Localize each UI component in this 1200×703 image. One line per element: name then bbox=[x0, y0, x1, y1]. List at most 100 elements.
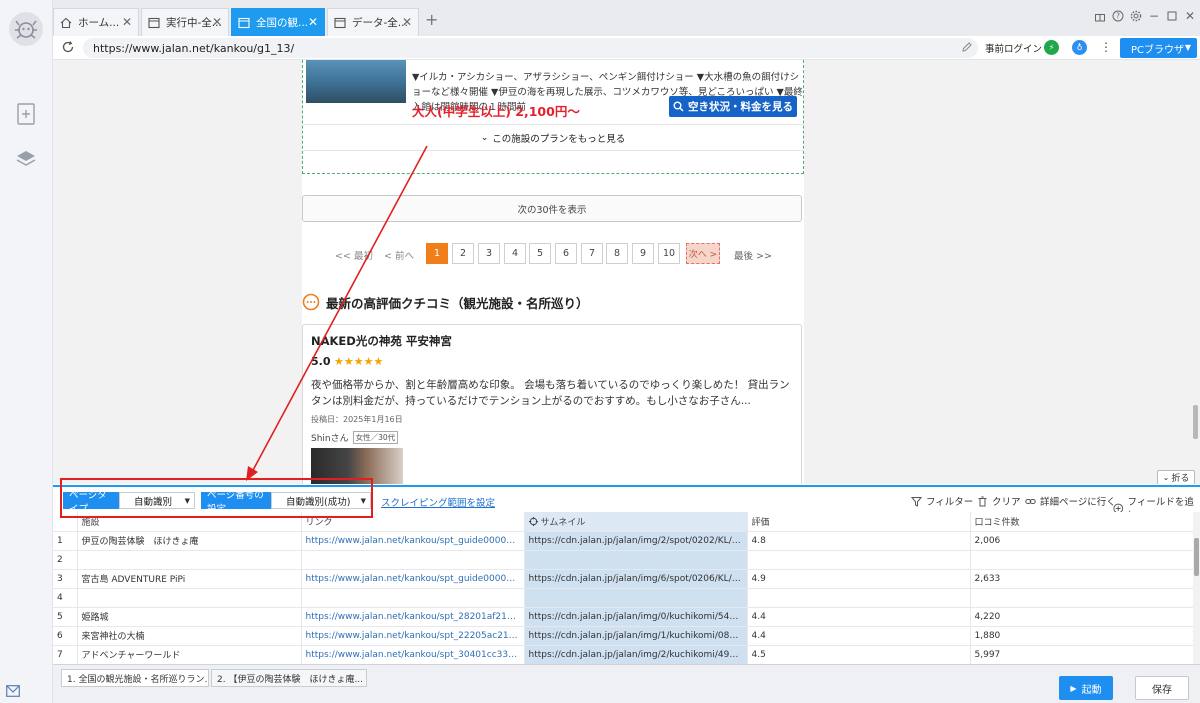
pc-browser-button[interactable]: PCブラウザ ▼ bbox=[1120, 38, 1197, 58]
cell-facility[interactable] bbox=[77, 588, 302, 608]
cell-rating[interactable]: 4.4 bbox=[747, 607, 971, 627]
pager-last[interactable]: 最後 >> bbox=[734, 248, 772, 262]
cell-review-count[interactable]: 4,220 bbox=[970, 607, 1193, 627]
cell-thumbnail[interactable] bbox=[524, 550, 748, 570]
table-row[interactable]: 5 姫路城 https://www.jalan.net/kankou/spt_282… bbox=[53, 607, 1193, 627]
minimize-icon[interactable]: − bbox=[1147, 9, 1161, 23]
pager-page[interactable]: 3 bbox=[478, 243, 500, 264]
pager-page[interactable]: 4 bbox=[504, 243, 526, 264]
column-header-thumbnail[interactable]: サムネイル bbox=[524, 512, 748, 532]
cell-review-count[interactable]: 2,633 bbox=[970, 569, 1193, 589]
cell-facility[interactable] bbox=[77, 550, 302, 570]
table-row[interactable]: 2 bbox=[53, 550, 1193, 570]
next-30-button[interactable]: 次の30件を表示 bbox=[302, 195, 802, 222]
save-button[interactable]: 保存 bbox=[1135, 676, 1189, 700]
bottom-tab-list[interactable]: 1. 全国の観光施設・名所巡りラン... bbox=[61, 669, 209, 687]
facility-card[interactable]: ▼イルカ・アシカショー、アザラシショー、ペンギン餌付けショー ▼大水槽の魚の餌付… bbox=[302, 60, 804, 174]
column-header-link[interactable]: リンク bbox=[301, 512, 525, 532]
clear-button[interactable]: クリア bbox=[977, 494, 1021, 508]
cell-link[interactable]: https://www.jalan.net/kankou/spt_30401cc… bbox=[301, 645, 525, 664]
cell-rating[interactable] bbox=[747, 588, 971, 608]
column-header-rating[interactable]: 評価 bbox=[747, 512, 971, 532]
pager-prev[interactable]: < 前へ bbox=[384, 248, 414, 262]
pager-page[interactable]: 10 bbox=[658, 243, 680, 264]
pager-page[interactable]: 2 bbox=[452, 243, 474, 264]
add-tab-icon[interactable]: + bbox=[425, 10, 438, 29]
page-type-select[interactable]: 自動識別 ▼ bbox=[119, 492, 195, 509]
pager-page[interactable]: 1 bbox=[426, 243, 448, 264]
table-row[interactable]: 7 アドベンチャーワールド https://www.jalan.net/kankou… bbox=[53, 645, 1193, 664]
layers-icon[interactable] bbox=[14, 147, 38, 171]
review-card[interactable]: NAKED光の神苑 平安神宮 5.0 ★★★★★ 夜や価格帯からか、割と年齢層高… bbox=[302, 324, 802, 484]
cell-facility[interactable]: 伊豆の陶芸体験 ほけきょ庵 bbox=[77, 531, 302, 551]
close-icon[interactable]: ✕ bbox=[122, 15, 132, 29]
close-icon[interactable]: ✕ bbox=[308, 15, 318, 29]
cell-link[interactable] bbox=[301, 550, 525, 570]
bottom-tab-detail[interactable]: 2. 【伊豆の陶芸体験 ほけきょ庵... ✕ bbox=[211, 669, 367, 687]
url-input[interactable]: https://www.jalan.net/kankou/g1_13/ bbox=[83, 38, 978, 58]
scrape-range-link[interactable]: スクレイピング範囲を設定 bbox=[381, 495, 495, 509]
table-row[interactable]: 4 bbox=[53, 588, 1193, 608]
pager-page[interactable]: 8 bbox=[606, 243, 628, 264]
table-row[interactable]: 6 来宮神社の大楠 https://www.jalan.net/kankou/spt… bbox=[53, 626, 1193, 646]
table-scrollbar-thumb[interactable] bbox=[1194, 538, 1199, 576]
pager-page[interactable]: 5 bbox=[529, 243, 551, 264]
cell-link[interactable] bbox=[301, 588, 525, 608]
green-status-icon[interactable]: ⚡ bbox=[1044, 40, 1059, 55]
more-icon[interactable]: ⋮ bbox=[1100, 40, 1112, 54]
table-scrollbar[interactable] bbox=[1193, 512, 1200, 664]
cell-rating[interactable]: 4.9 bbox=[747, 569, 971, 589]
cell-thumbnail[interactable]: https://cdn.jalan.jp/jalan/img/2/spot/02… bbox=[524, 531, 748, 551]
reload-icon[interactable] bbox=[61, 40, 75, 54]
cell-facility[interactable]: アドベンチャーワールド bbox=[77, 645, 302, 664]
cell-rating[interactable]: 4.4 bbox=[747, 626, 971, 646]
pager-page[interactable]: 7 bbox=[581, 243, 603, 264]
help-icon[interactable]: ? bbox=[1111, 9, 1125, 23]
column-header-facility[interactable]: 施設 bbox=[77, 512, 302, 532]
start-button[interactable]: ▶ 起動 bbox=[1059, 676, 1113, 700]
cell-review-count[interactable]: 5,997 bbox=[970, 645, 1193, 664]
cell-facility[interactable]: 来宮神社の大楠 bbox=[77, 626, 302, 646]
cell-thumbnail[interactable]: https://cdn.jalan.jp/jalan/img/1/kuchiko… bbox=[524, 626, 748, 646]
pager-next[interactable]: 次へ > bbox=[686, 243, 720, 264]
maximize-icon[interactable] bbox=[1165, 9, 1179, 23]
cell-review-count[interactable]: 1,880 bbox=[970, 626, 1193, 646]
pager-page[interactable]: 9 bbox=[632, 243, 654, 264]
pager-page[interactable]: 6 bbox=[555, 243, 577, 264]
mail-icon[interactable] bbox=[6, 685, 20, 697]
cell-rating[interactable] bbox=[747, 550, 971, 570]
vacancy-button[interactable]: 空き状況・料金を見る bbox=[669, 96, 797, 117]
edit-url-icon[interactable] bbox=[961, 41, 973, 53]
cell-review-count[interactable]: 2,006 bbox=[970, 531, 1193, 551]
more-plans-link[interactable]: ⌄ この施設のプランをもっと見る bbox=[303, 124, 803, 151]
cell-facility[interactable]: 姫路城 bbox=[77, 607, 302, 627]
cell-review-count[interactable] bbox=[970, 588, 1193, 608]
table-row[interactable]: 3 宮古島 ADVENTURE PiPi https://www.jalan.net… bbox=[53, 569, 1193, 589]
cell-link[interactable]: https://www.jalan.net/kankou/spt_guide00… bbox=[301, 569, 525, 589]
cell-thumbnail[interactable]: https://cdn.jalan.jp/jalan/img/2/kuchiko… bbox=[524, 645, 748, 664]
pager-first[interactable]: << 最初 bbox=[335, 248, 373, 262]
window-close-icon[interactable]: ✕ bbox=[1183, 9, 1197, 23]
cell-rating[interactable]: 4.5 bbox=[747, 645, 971, 664]
review-facility-name[interactable]: NAKED光の神苑 平安神宮 bbox=[311, 333, 452, 349]
review-photo[interactable] bbox=[311, 448, 403, 484]
cell-link[interactable]: https://www.jalan.net/kankou/spt_22205ac… bbox=[301, 626, 525, 646]
goto-detail-button[interactable]: 詳細ページに行く bbox=[1025, 494, 1116, 508]
tab-home[interactable]: ホーム... ✕ bbox=[53, 8, 139, 36]
tab-data[interactable]: データ-全... ✕ bbox=[327, 8, 419, 36]
gift-icon[interactable] bbox=[1093, 9, 1107, 23]
tab-running[interactable]: 実行中-全... ✕ bbox=[141, 8, 229, 36]
cell-thumbnail[interactable]: https://cdn.jalan.jp/jalan/img/0/kuchiko… bbox=[524, 607, 748, 627]
page-number-select[interactable]: 自動識別(成功) ▼ bbox=[271, 492, 371, 509]
filter-button[interactable]: フィルター bbox=[911, 494, 973, 508]
cell-review-count[interactable] bbox=[970, 550, 1193, 570]
cell-rating[interactable]: 4.8 bbox=[747, 531, 971, 551]
page-scrollbar[interactable] bbox=[1193, 405, 1198, 439]
cell-thumbnail[interactable] bbox=[524, 588, 748, 608]
table-row[interactable]: 1 伊豆の陶芸体験 ほけきょ庵 https://www.jalan.net/kank… bbox=[53, 531, 1193, 551]
tab-active-page[interactable]: 全国の観... ✕ bbox=[231, 8, 325, 36]
cell-thumbnail[interactable]: https://cdn.jalan.jp/jalan/img/6/spot/02… bbox=[524, 569, 748, 589]
cell-link[interactable]: https://www.jalan.net/kankou/spt_28201af… bbox=[301, 607, 525, 627]
pre-login-button[interactable]: 事前ログイン bbox=[985, 41, 1042, 55]
close-icon[interactable]: ✕ bbox=[402, 15, 412, 29]
